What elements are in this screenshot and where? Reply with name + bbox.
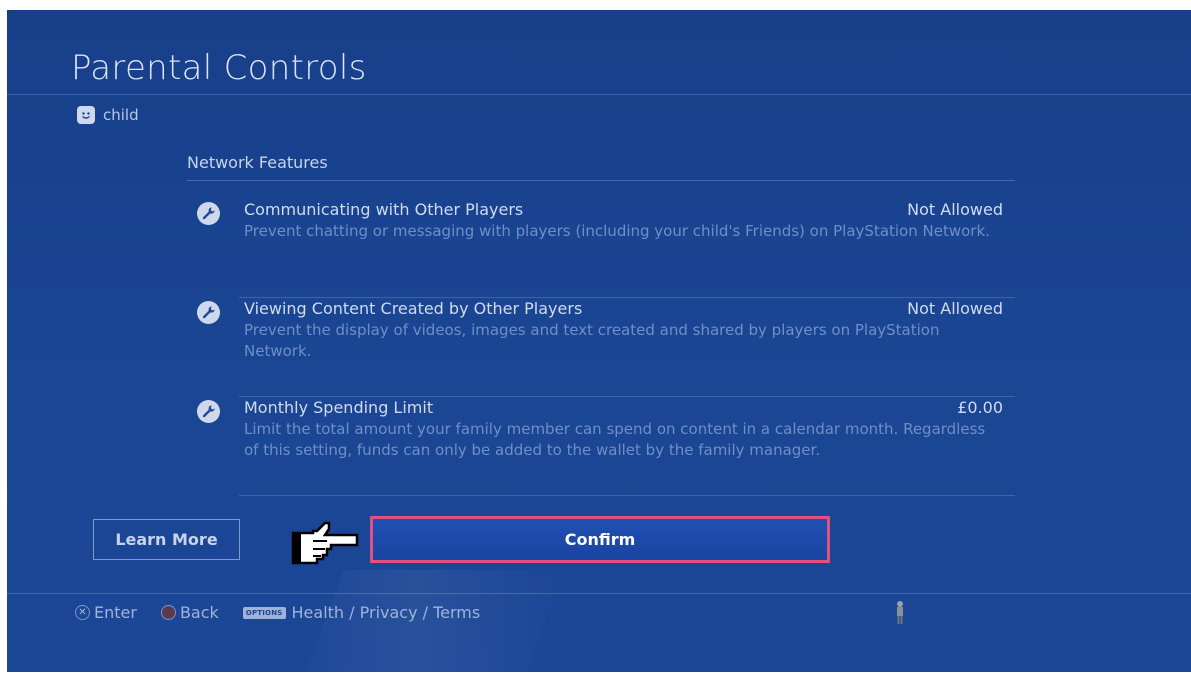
page-title: Parental Controls [71,48,367,88]
wrench-icon [197,301,220,324]
back-label: Back [179,603,219,622]
setting-viewing-content[interactable]: Viewing Content Created by Other Players… [197,299,1015,397]
pointing-hand-icon [291,521,359,565]
setting-description: Prevent chatting or messaging with playe… [244,222,990,240]
setting-value: Not Allowed [907,200,1003,219]
setting-divider [239,396,1015,397]
setting-description: Prevent the display of videos, images an… [244,321,940,360]
circle-button-icon [160,605,176,620]
person-figure-icon [897,601,903,624]
setting-communicating[interactable]: Communicating with Other Players Not All… [197,200,1015,298]
options-label: Health / Privacy / Terms [291,603,481,622]
setting-value: £0.00 [957,398,1003,417]
back-hint: Back [160,603,219,622]
enter-hint: ✕ Enter [75,603,137,622]
setting-value: Not Allowed [907,299,1003,318]
setting-description: Limit the total amount your family membe… [244,420,986,459]
ps4-screen: Parental Controls child Network Features… [7,10,1191,672]
smiley-face-icon [77,106,95,124]
user-row: child [77,106,139,124]
setting-name: Viewing Content Created by Other Players [244,299,583,318]
setting-monthly-spending-limit[interactable]: Monthly Spending Limit £0.00 Limit the t… [197,398,1015,496]
enter-label: Enter [94,603,137,622]
setting-name: Communicating with Other Players [244,200,524,219]
setting-divider [239,495,1015,496]
confirm-button[interactable]: Confirm [370,516,830,563]
learn-more-button[interactable]: Learn More [93,519,240,560]
cross-button-icon: ✕ [75,605,90,620]
options-hint: OPTIONS Health / Privacy / Terms [242,603,481,622]
wrench-icon [197,400,220,423]
setting-name: Monthly Spending Limit [244,398,434,417]
wrench-icon [197,202,220,225]
footer-hints: ✕ Enter Back OPTIONS Health / Privacy / … [75,603,504,622]
user-name: child [103,106,139,124]
setting-divider [239,297,1015,298]
options-button-icon: OPTIONS [242,606,286,619]
title-divider [7,94,1191,95]
footer-divider [7,593,1191,594]
section-header: Network Features [187,153,1015,181]
